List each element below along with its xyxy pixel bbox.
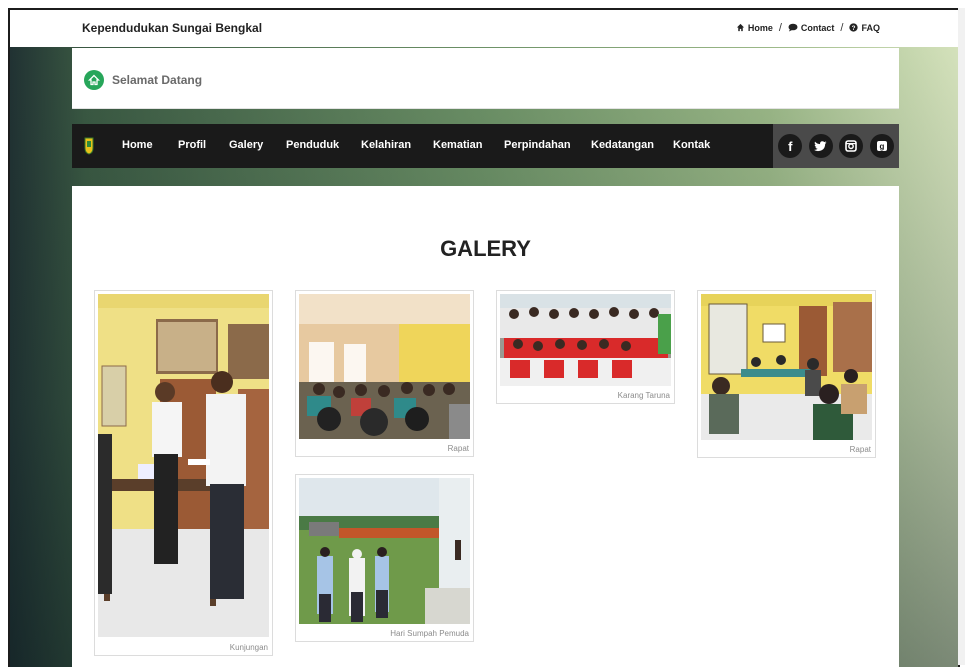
top-link-separator: / (778, 22, 782, 34)
gallery-item-karang-taruna[interactable]: Karang Taruna (496, 290, 675, 404)
gallery-item-rapat[interactable]: Rapat (295, 290, 474, 457)
nav-item-kontak[interactable]: Kontak (673, 139, 710, 151)
top-bar: Kependudukan Sungai Bengkal Home / Conta… (10, 10, 958, 47)
nav-item-profil[interactable]: Profil (178, 139, 206, 151)
instagram-icon[interactable] (839, 134, 864, 158)
welcome-banner: Selamat Datang (72, 48, 899, 109)
gallery-photo[interactable] (299, 478, 470, 624)
page-title: GALERY (440, 236, 531, 261)
nav-item-home[interactable]: Home (122, 139, 153, 151)
top-link-home[interactable]: Home (736, 23, 773, 34)
site-logo[interactable] (84, 137, 94, 160)
gallery-caption: Hari Sumpah Pemuda (390, 629, 469, 638)
gallery-item-rapat-2[interactable]: Rapat (697, 290, 876, 458)
scrollbar[interactable] (958, 8, 965, 665)
nav-item-kedatangan[interactable]: Kedatangan (591, 139, 654, 151)
gallery-caption: Karang Taruna (617, 391, 670, 400)
home-icon (84, 70, 104, 90)
top-links: Home / Contact / ? FAQ (736, 22, 880, 34)
svg-text:g: g (879, 142, 884, 151)
gallery-caption: Rapat (447, 444, 469, 453)
nav-item-kematian[interactable]: Kematian (433, 139, 483, 151)
nav-item-kelahiran[interactable]: Kelahiran (361, 139, 411, 151)
gallery-photo[interactable] (701, 294, 872, 440)
svg-text:?: ? (852, 25, 856, 32)
top-link-home-label: Home (747, 23, 773, 33)
welcome-text: Selamat Datang (112, 73, 203, 87)
top-link-faq-label: FAQ (861, 23, 880, 33)
home-icon (736, 23, 745, 34)
top-link-faq[interactable]: ? FAQ (849, 22, 880, 34)
gallery-photo[interactable] (299, 294, 470, 439)
browser-viewport: Kependudukan Sungai Bengkal Home / Conta… (8, 8, 960, 667)
facebook-icon[interactable]: f (778, 134, 803, 158)
gallery-caption: Kunjungan (229, 643, 268, 652)
google-plus-icon[interactable]: g (869, 134, 894, 158)
nav-item-galery[interactable]: Galery (229, 139, 263, 151)
nav-item-penduduk[interactable]: Penduduk (286, 139, 339, 151)
comment-icon (788, 23, 798, 34)
main-navbar: Home Profil Galery Penduduk Kelahiran Ke… (72, 124, 899, 168)
gallery-photo[interactable] (500, 294, 671, 386)
gallery-item-kunjungan[interactable]: Kunjungan (94, 290, 273, 656)
facebook-glyph: f (788, 138, 793, 154)
nav-item-perpindahan[interactable]: Perpindahan (504, 139, 571, 151)
gallery-section: GALERY Kunjungan Rapat Karang Taruna Rap… (72, 186, 899, 667)
gallery-item-hari-sumpah-pemuda[interactable]: Hari Sumpah Pemuda (295, 474, 474, 642)
gallery-caption: Rapat (849, 445, 871, 454)
twitter-icon[interactable] (808, 134, 833, 158)
gallery-photo[interactable] (98, 294, 269, 637)
top-link-separator: / (840, 22, 844, 34)
social-links: f g (773, 124, 899, 168)
top-link-contact-label: Contact (800, 23, 835, 33)
question-icon: ? (849, 22, 859, 34)
site-name[interactable]: Kependudukan Sungai Bengkal (82, 21, 262, 35)
top-link-contact[interactable]: Contact (788, 23, 835, 34)
